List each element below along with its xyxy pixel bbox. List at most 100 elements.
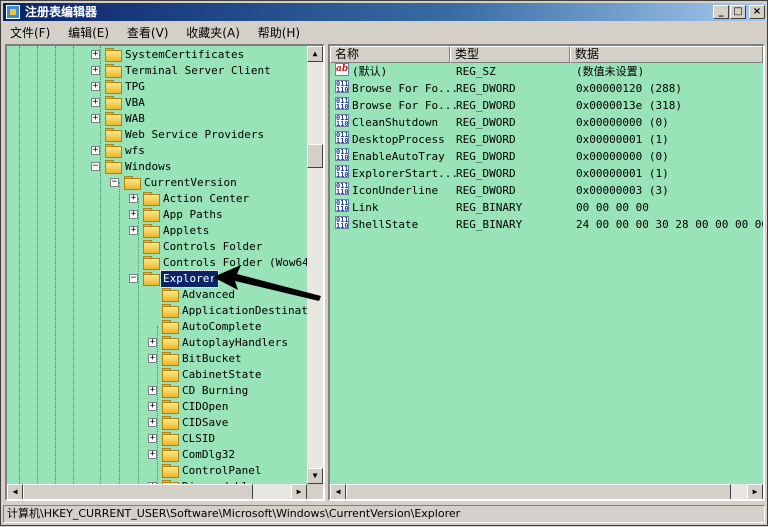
tree-item[interactable]: Controls Folder [7,239,307,255]
tree-item[interactable]: CabinetState [7,367,307,383]
tree-item[interactable]: Controls Folder (Wow64) [7,255,307,271]
tree-item-label[interactable]: wfs [123,143,147,159]
scroll-up-arrow-icon[interactable]: ▲ [307,46,323,62]
value-row[interactable]: 011 110 ShellState REG_BINARY 24 00 00 00 3… [330,216,763,233]
minimize-button[interactable]: _ [713,5,729,19]
tree-item-label[interactable]: Windows [123,159,173,175]
tree-hscroll-thumb[interactable] [23,484,253,499]
expand-plus-icon[interactable]: + [148,354,157,363]
tree-item[interactable]: Web Service Providers [7,127,307,143]
tree-item-label[interactable]: AutoComplete [180,319,263,335]
expand-plus-icon[interactable]: + [148,418,157,427]
tree-item-label[interactable]: ControlPanel [180,463,263,479]
tree-item[interactable]: − Explorer [7,270,307,288]
tree-horizontal-scrollbar[interactable]: ◀ ▶ [7,484,323,499]
tree-item-label[interactable]: Terminal Server Client [123,63,273,79]
tree-item-label[interactable]: CLSID [180,431,217,447]
values-hscroll-thumb[interactable] [346,484,731,499]
expand-plus-icon[interactable]: + [148,450,157,459]
tree-item[interactable]: − CurrentVersion [7,175,307,191]
tree-item[interactable]: + CD Burning [7,383,307,399]
scroll-left-arrow-icon[interactable]: ◀ [330,484,346,499]
tree-item[interactable]: + CLSID [7,431,307,447]
tree-item-label[interactable]: AutoplayHandlers [180,335,290,351]
tree-vscroll-thumb[interactable] [307,144,323,168]
value-row[interactable]: 011 110 DesktopProcess REG_DWORD 0x00000001… [330,131,763,148]
tree-item-label[interactable]: Web Service Providers [123,127,266,143]
expand-plus-icon[interactable]: + [91,82,100,91]
expand-plus-icon[interactable]: + [148,434,157,443]
scroll-down-arrow-icon[interactable]: ▼ [307,468,323,484]
tree-item[interactable]: + AutoplayHandlers [7,335,307,351]
column-header-type[interactable]: 类型 [450,46,570,63]
tree-item[interactable]: + BitBucket [7,351,307,367]
value-row[interactable]: 011 110 Browse For Fo... REG_DWORD 0x000001… [330,80,763,97]
tree-item[interactable]: + WAB [7,111,307,127]
menu-help[interactable]: 帮助(H) [251,23,307,43]
tree-item[interactable]: Advanced [7,287,307,303]
tree-item-label[interactable]: Controls Folder (Wow64) [161,255,307,271]
tree-item-label[interactable]: CIDSave [180,415,230,431]
collapse-minus-icon[interactable]: − [110,178,119,187]
tree-item[interactable]: + ComDlg32 [7,447,307,463]
value-row[interactable]: 011 110 Link REG_BINARY 00 00 00 00 [330,199,763,216]
tree-item-label[interactable]: TPG [123,79,147,95]
tree-item[interactable]: AutoComplete [7,319,307,335]
tree-item-label[interactable]: WAB [123,111,147,127]
tree-item[interactable]: ApplicationDestinations [7,303,307,319]
tree-item-label[interactable]: CabinetState [180,367,263,383]
value-row[interactable]: 011 110 IconUnderline REG_DWORD 0x00000003 … [330,182,763,199]
column-header-name[interactable]: 名称 [330,46,450,63]
expand-plus-icon[interactable]: + [91,50,100,59]
value-row[interactable]: 011 110 CleanShutdown REG_DWORD 0x00000000 … [330,114,763,131]
value-row[interactable]: 011 110 Browse For Fo... REG_DWORD 0x000001… [330,97,763,114]
tree-item-label[interactable]: App Paths [161,207,225,223]
tree-item-label[interactable]: Applets [161,223,211,239]
tree-item[interactable]: − Windows [7,159,307,175]
tree-item[interactable]: + wfs [7,143,307,159]
expand-plus-icon[interactable]: + [129,210,138,219]
tree-item-label[interactable]: Controls Folder [161,239,264,255]
tree-item[interactable]: + CIDSave [7,415,307,431]
value-row[interactable]: ab (默认) REG_SZ (数值未设置) [330,63,763,80]
expand-plus-icon[interactable]: + [91,98,100,107]
tree-item[interactable]: ControlPanel [7,463,307,479]
tree-item[interactable]: + Applets [7,223,307,239]
close-button[interactable]: × [749,5,765,19]
tree-item[interactable]: + Terminal Server Client [7,63,307,79]
expand-plus-icon[interactable]: + [148,402,157,411]
value-row[interactable]: 011 110 ExplorerStart... REG_DWORD 0x000000… [330,165,763,182]
scroll-right-arrow-icon[interactable]: ▶ [747,484,763,499]
expand-plus-icon[interactable]: + [148,338,157,347]
scroll-right-arrow-icon[interactable]: ▶ [291,484,307,499]
tree-item-label[interactable]: Action Center [161,191,251,207]
tree-item-label-selected[interactable]: Explorer [160,270,219,288]
title-bar[interactable]: 注册表编辑器 _ □ × [3,3,765,21]
expand-plus-icon[interactable]: + [129,194,138,203]
menu-view[interactable]: 查看(V) [120,23,176,43]
tree-item-label[interactable]: ComDlg32 [180,447,237,463]
tree-item[interactable]: + Action Center [7,191,307,207]
collapse-minus-icon[interactable]: − [129,274,138,283]
expand-plus-icon[interactable]: + [91,114,100,123]
tree-item-label[interactable]: SystemCertificates [123,47,246,63]
expand-plus-icon[interactable]: + [129,226,138,235]
tree-item-label[interactable]: BitBucket [180,351,244,367]
expand-plus-icon[interactable]: + [91,66,100,75]
menu-edit[interactable]: 编辑(E) [61,23,116,43]
tree-item-label[interactable]: CIDOpen [180,399,230,415]
expand-plus-icon[interactable]: + [91,146,100,155]
scroll-left-arrow-icon[interactable]: ◀ [7,484,23,499]
tree-item-label[interactable]: CD Burning [180,383,250,399]
expand-plus-icon[interactable]: + [148,386,157,395]
tree-vertical-scrollbar[interactable]: ▲ ▼ [307,46,323,484]
maximize-button[interactable]: □ [730,5,746,19]
column-header-data[interactable]: 数据 [570,46,763,63]
tree-item[interactable]: + App Paths [7,207,307,223]
menu-file[interactable]: 文件(F) [3,23,57,43]
tree-item[interactable]: + TPG [7,79,307,95]
value-row[interactable]: 011 110 EnableAutoTray REG_DWORD 0x00000000… [330,148,763,165]
tree-item-label[interactable]: VBA [123,95,147,111]
collapse-minus-icon[interactable]: − [91,162,100,171]
tree-item[interactable]: + CIDOpen [7,399,307,415]
